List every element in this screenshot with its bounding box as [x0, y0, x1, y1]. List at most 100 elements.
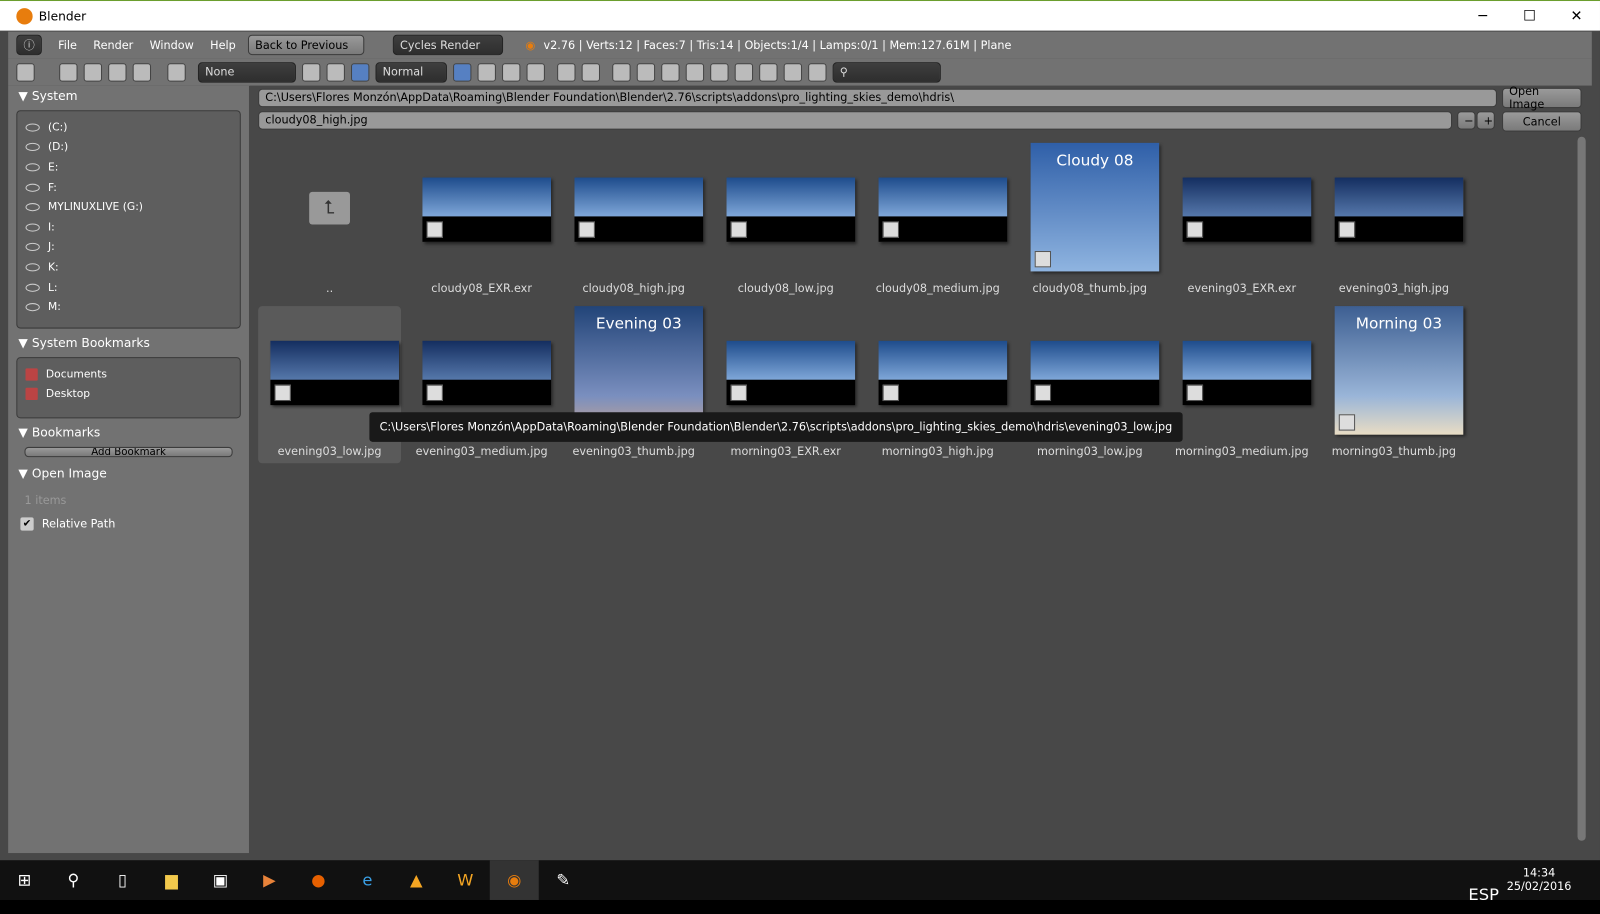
new-folder-icon[interactable]	[167, 62, 186, 82]
refresh-icon[interactable]	[132, 62, 152, 82]
system-bookmarks-header[interactable]: ▼ System Bookmarks	[8, 333, 249, 353]
drive-item[interactable]: (D:)	[25, 137, 232, 157]
image-thumbnail	[1182, 177, 1312, 242]
menu-render[interactable]: Render	[93, 38, 133, 51]
bookmark-documents[interactable]: Documents	[25, 364, 232, 384]
filter-image-icon[interactable]	[685, 62, 705, 82]
app-icon[interactable]: ▲	[392, 860, 441, 900]
filter-folder-icon[interactable]	[612, 62, 631, 82]
filter-script-icon[interactable]	[734, 62, 754, 82]
menu-file[interactable]: File	[58, 38, 77, 51]
drive-item[interactable]: E:	[25, 157, 232, 177]
bookmarks-header[interactable]: ▼ Bookmarks	[8, 422, 249, 442]
w-app-icon[interactable]: W	[441, 860, 490, 900]
task-view-icon[interactable]: ▯	[98, 860, 147, 900]
drive-item[interactable]: J:	[25, 237, 232, 257]
maximize-button[interactable]: ☐	[1506, 1, 1553, 32]
store-icon[interactable]: ▣	[196, 860, 245, 900]
open-image-header[interactable]: ▼ Open Image	[8, 463, 249, 483]
filter-text-icon[interactable]	[808, 62, 827, 82]
edge-icon[interactable]: e	[343, 860, 392, 900]
search-filter-input[interactable]: ⚲	[832, 61, 941, 83]
forward-icon[interactable]	[83, 62, 103, 82]
image-thumbnail	[1030, 340, 1160, 406]
file-name: morning03_low.jpg	[1036, 444, 1143, 459]
drive-item[interactable]: F:	[25, 177, 232, 197]
sort-ext-icon[interactable]	[477, 62, 496, 82]
image-thumbnail	[878, 177, 1008, 242]
file-item[interactable]: evening03_EXR.exr	[1170, 143, 1313, 300]
drive-item[interactable]: (C:)	[25, 117, 232, 137]
open-image-button[interactable]: Open Image	[1502, 85, 1582, 111]
filter-icon[interactable]	[581, 62, 600, 82]
editor-type-icon[interactable]	[16, 62, 35, 82]
drive-item[interactable]: K:	[25, 257, 232, 277]
file-item[interactable]: morning03_medium.jpg	[1170, 306, 1313, 463]
drive-icon	[25, 223, 40, 232]
image-thumbnail	[1334, 177, 1464, 242]
blender-icon: ◉	[525, 38, 536, 52]
display-long-icon[interactable]	[326, 62, 345, 82]
drive-item[interactable]: MYLINUXLIVE (G:)	[25, 197, 232, 217]
decrement-button[interactable]: −	[1457, 111, 1476, 130]
filename-field[interactable]: cloudy08_high.jpg	[258, 111, 1453, 130]
sort-alpha-icon[interactable]	[453, 62, 472, 82]
relative-path-checkbox[interactable]: ✔	[20, 517, 34, 531]
back-icon[interactable]	[59, 62, 78, 82]
file-item[interactable]: cloudy08_high.jpg	[562, 143, 705, 300]
firefox-icon[interactable]: ●	[294, 860, 343, 900]
image-thumbnail	[270, 340, 399, 406]
image-file-icon	[1034, 384, 1052, 402]
clock[interactable]: ESP 14:34 25/02/2016	[1468, 866, 1571, 904]
filter-backup-icon[interactable]	[661, 62, 680, 82]
drive-item[interactable]: M:	[25, 297, 232, 317]
language-indicator[interactable]: ESP	[1459, 874, 1508, 914]
increment-button[interactable]: +	[1476, 111, 1495, 130]
close-button[interactable]: ✕	[1553, 1, 1600, 32]
file-item[interactable]: evening03_high.jpg	[1322, 143, 1465, 300]
filter-blend-icon[interactable]	[636, 62, 656, 82]
search-icon[interactable]: ⚲	[49, 860, 98, 900]
file-item[interactable]: cloudy08_low.jpg	[714, 143, 857, 300]
file-item[interactable]: ⮤..	[258, 143, 401, 300]
thumbnail-size-select[interactable]: Normal	[375, 61, 447, 83]
drive-item[interactable]: I:	[25, 217, 232, 237]
filter-sound-icon[interactable]	[783, 62, 803, 82]
paint-icon[interactable]: ✎	[539, 860, 588, 900]
sort-time-icon[interactable]	[502, 62, 521, 82]
menu-window[interactable]: Window	[150, 38, 194, 51]
display-thumbnails-icon[interactable]	[351, 62, 370, 82]
media-player-icon[interactable]: ▶	[245, 860, 294, 900]
cancel-button[interactable]: Cancel	[1502, 111, 1582, 132]
minimize-button[interactable]: ─	[1459, 1, 1506, 32]
sort-size-icon[interactable]	[526, 62, 545, 82]
file-item[interactable]: Cloudy 08 cloudy08_thumb.jpg	[1018, 142, 1161, 300]
parent-dir-icon[interactable]	[108, 62, 127, 82]
start-icon[interactable]: ⊞	[0, 860, 49, 900]
hide-dot-icon[interactable]	[557, 62, 576, 82]
back-to-previous-button[interactable]: Back to Previous	[248, 34, 365, 56]
add-bookmark-button[interactable]: Add Bookmark	[24, 446, 233, 458]
blender-taskbar-icon[interactable]: ◉	[489, 860, 539, 900]
panel-title: Bookmarks	[31, 425, 101, 440]
relative-path-option[interactable]: ✔ Relative Path	[8, 507, 249, 541]
image-thumbnail: Morning 03	[1334, 306, 1464, 435]
file-name: morning03_medium.jpg	[1174, 444, 1309, 459]
file-item[interactable]: cloudy08_medium.jpg	[866, 143, 1009, 300]
drive-item[interactable]: L:	[25, 277, 232, 297]
recent-select[interactable]: None	[197, 61, 296, 83]
drive-icon	[25, 163, 40, 172]
filter-font-icon[interactable]	[759, 62, 778, 82]
directory-field[interactable]: C:\Users\Flores Monzón\AppData\Roaming\B…	[258, 88, 1497, 108]
filter-movie-icon[interactable]	[710, 62, 729, 82]
bookmark-desktop[interactable]: Desktop	[25, 384, 232, 404]
scrollbar[interactable]	[1577, 136, 1586, 841]
file-item[interactable]: cloudy08_EXR.exr	[410, 143, 553, 300]
file-explorer-icon[interactable]: ▆	[147, 860, 196, 900]
editor-type-button[interactable]: ⓘ	[16, 34, 42, 56]
render-engine-select[interactable]: Cycles Render	[392, 34, 504, 56]
file-item[interactable]: Morning 03 morning03_thumb.jpg	[1322, 306, 1465, 463]
display-short-icon[interactable]	[302, 62, 321, 82]
menu-help[interactable]: Help	[210, 38, 236, 51]
system-panel-header[interactable]: ▼ System	[8, 86, 249, 106]
